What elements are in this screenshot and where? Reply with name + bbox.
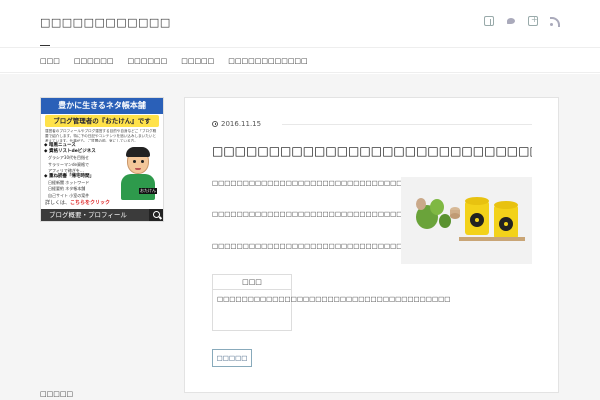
toc-heading: □□□: [213, 275, 291, 290]
table-of-contents: □□□ □□□□□□□□□□□□□□□□□□□□□□□□□□□□□□□□□□□□…: [212, 274, 450, 331]
google-plus-icon[interactable]: [528, 15, 538, 26]
clock-icon: [212, 121, 218, 127]
global-nav: □□□ □□□□□□ □□□□□□ □□□□□ □□□□□□□□□□□□: [0, 47, 600, 73]
rss-icon[interactable]: [550, 16, 560, 27]
read-more-button[interactable]: □□□□□: [212, 349, 252, 367]
banner-cta-prefix: 詳しくは、: [45, 200, 71, 206]
post-thumbnail[interactable]: [401, 177, 532, 264]
post-paragraph: □□□□□□□□□□□□□□□□□□□□□□□□□□□□□□□□□□□□□□□□…: [212, 210, 507, 218]
avatar-hair: [126, 147, 150, 157]
avatar-name-tag: おたけん: [139, 188, 157, 194]
post-paragraph: □□□□□□□□□□□□□□□□□□□□□□□□□□□□□□□□□□□□□□□: [212, 242, 452, 250]
banner-cta-link[interactable]: こちらをクリック: [70, 200, 110, 206]
sidebar-heading: □□□□□: [40, 390, 74, 398]
banner-subtitle: ブログ管理者の『おたけん』です: [45, 115, 159, 127]
social-links: [484, 15, 560, 27]
post-title[interactable]: □□□□□□□□□□□□□□□□□□□□□□□□□□□□□□□□□□□: [212, 144, 532, 158]
search-icon[interactable]: [149, 209, 163, 221]
facebook-icon[interactable]: [484, 16, 494, 26]
twitter-icon[interactable]: [506, 16, 516, 26]
nav-item-2[interactable]: □□□□□□: [74, 57, 114, 65]
post-card: 2016.11.15 □□□□□□□□□□□□□□□□□□□□□□□□□□□□ □…: [184, 97, 559, 393]
avatar-eye: [133, 160, 136, 163]
banner-cta: 詳しくは、こちらをクリック: [45, 199, 110, 206]
avatar-eye: [141, 160, 144, 163]
avatar-body: [121, 174, 155, 200]
banner-content: ◆ 暗黒ニュース ◆ 資格リストdeビジネス グラシア30代を目指せ サラリーマ…: [41, 142, 163, 206]
nav-item-4[interactable]: □□□□□: [181, 57, 214, 65]
thumbnail-illustration: [401, 177, 532, 264]
banner-title: 豊かに生きるネタ帳本舗: [41, 98, 163, 114]
post-date: 2016.11.15: [212, 120, 261, 128]
post-date-text: 2016.11.15: [221, 120, 262, 128]
nav-item-3[interactable]: □□□□□□: [128, 57, 168, 65]
title-underline: [40, 45, 50, 46]
date-divider: [282, 124, 532, 125]
profile-banner[interactable]: 豊かに生きるネタ帳本舗 ブログ管理者の『おたけん』です 運営者のプロフィールやブ…: [40, 97, 164, 222]
nav-item-home[interactable]: □□□: [40, 57, 60, 65]
site-header: □□□□□□□□□□□□: [0, 0, 600, 47]
toc-body[interactable]: □□□□□□□□□□□□□□□□□□□□□□□□□□□□□□□□□□□□□□: [213, 290, 450, 308]
post-paragraph: □□□□□□□□□□□□□□□□□□□□□□□□□□□□□□□□□□□□□□□□…: [212, 179, 520, 187]
banner-profile-label: ブログ概要・プロフィール: [49, 211, 127, 219]
banner-list-item: 自己サイト 小室の案件: [48, 192, 90, 198]
banner-profile-bar[interactable]: ブログ概要・プロフィール: [41, 209, 163, 221]
avatar-illustration: おたけん: [115, 144, 161, 202]
banner-description: 運営者のプロフィールやブログ運営する目的や自身などご「ブログ概要で紹介します。特…: [45, 129, 157, 142]
banner-list: ◆ 暗黒ニュース ◆ 資格リストdeビジネス グラシア30代を目指せ サラリーマ…: [44, 143, 109, 199]
nav-item-5[interactable]: □□□□□□□□□□□□: [228, 57, 307, 65]
site-title[interactable]: □□□□□□□□□□□□: [40, 16, 171, 29]
